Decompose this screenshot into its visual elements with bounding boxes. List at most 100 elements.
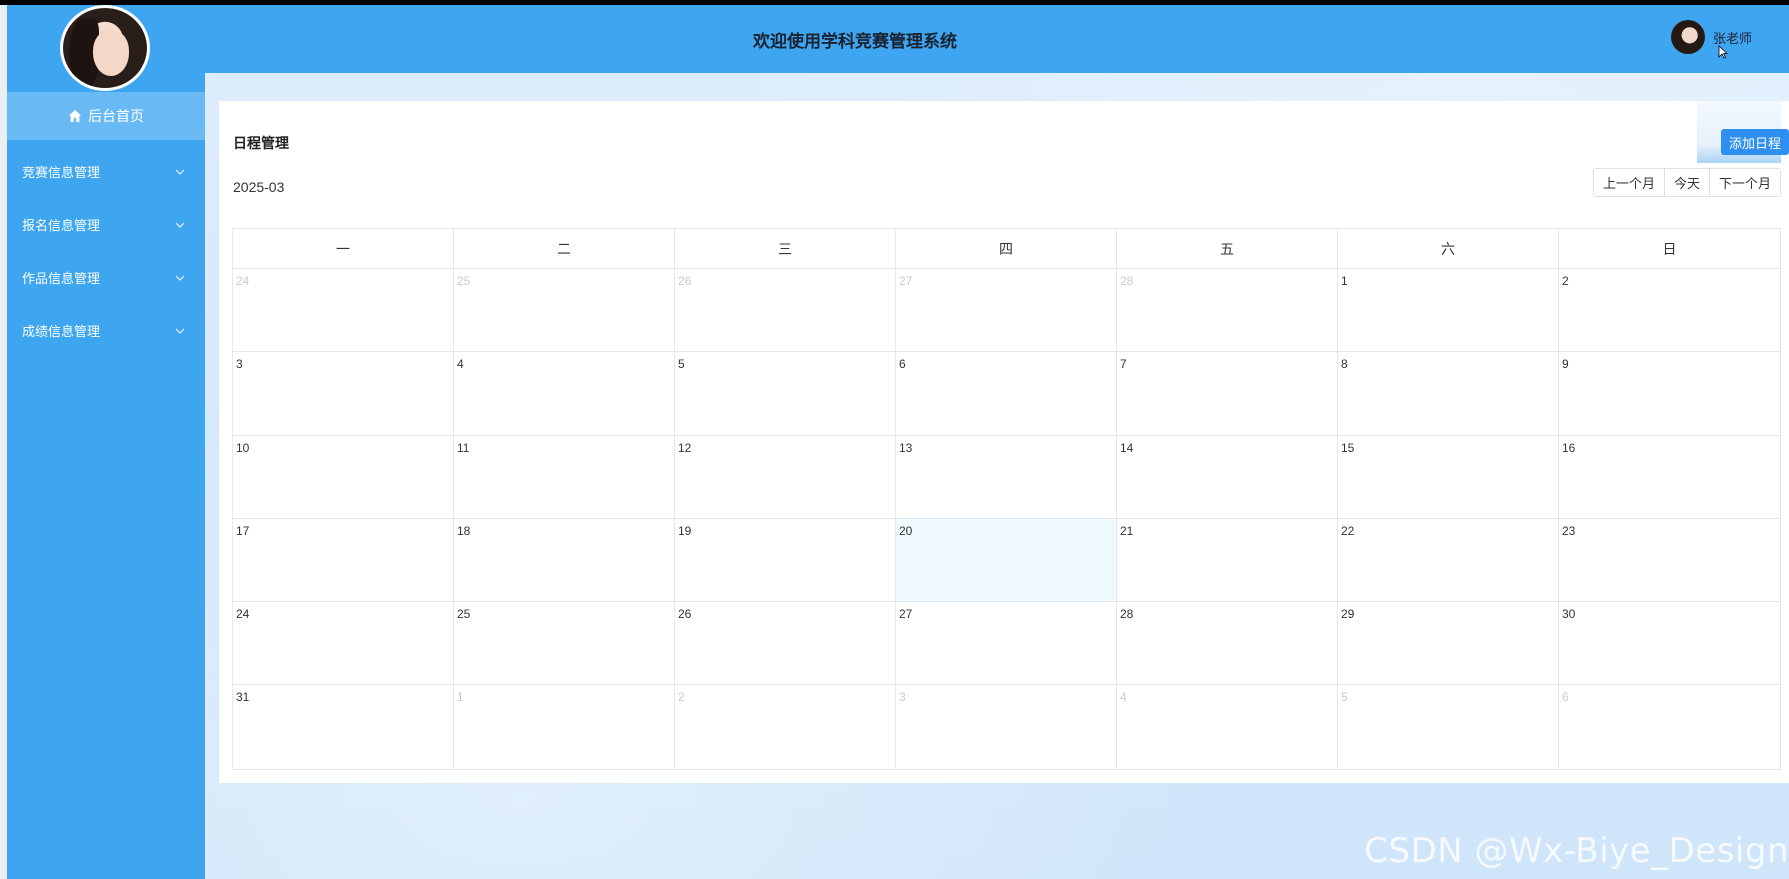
calendar-day[interactable]: 2 xyxy=(1559,269,1780,353)
calendar-day[interactable]: 13 xyxy=(896,435,1117,519)
calendar-day[interactable]: 19 xyxy=(675,518,896,603)
calendar-day[interactable]: 4 xyxy=(1117,685,1338,769)
day-number: 11 xyxy=(457,440,470,455)
top-header: 欢迎使用学科竞赛管理系统 张老师 xyxy=(205,5,1789,73)
calendar-day[interactable]: 6 xyxy=(1559,685,1780,768)
calendar-day[interactable]: 5 xyxy=(1338,685,1559,769)
chevron-down-icon xyxy=(175,222,185,228)
calendar-day[interactable]: 2 xyxy=(675,685,896,769)
today-button[interactable]: 今天 xyxy=(1664,169,1710,196)
day-number: 26 xyxy=(678,274,692,288)
day-number: 27 xyxy=(899,607,913,622)
calendar-day[interactable]: 28 xyxy=(1117,602,1338,686)
day-number: 27 xyxy=(899,274,913,288)
day-number: 16 xyxy=(1562,440,1576,455)
calendar-day[interactable]: 29 xyxy=(1338,602,1559,686)
sidebar-item-label: 成绩信息管理 xyxy=(22,324,101,339)
weekday-header-cell: 四 xyxy=(896,229,1117,268)
day-number: 6 xyxy=(1562,690,1569,705)
calendar-day[interactable]: 4 xyxy=(454,352,675,436)
calendar-day[interactable]: 17 xyxy=(233,518,454,603)
calendar-day[interactable]: 9 xyxy=(1559,352,1780,436)
user-menu[interactable]: 张老师 xyxy=(1670,19,1752,55)
sidebar-item-home[interactable]: 后台首页 xyxy=(7,92,205,140)
calendar-day-today[interactable]: 20 xyxy=(896,518,1117,603)
calendar-day[interactable]: 3 xyxy=(233,352,454,436)
calendar-day[interactable]: 5 xyxy=(675,352,896,436)
calendar-day[interactable]: 15 xyxy=(1338,435,1559,519)
calendar-day[interactable]: 14 xyxy=(1117,435,1338,519)
home-icon xyxy=(68,109,82,123)
calendar-day[interactable]: 12 xyxy=(675,435,896,519)
user-name[interactable]: 张老师 xyxy=(1713,28,1752,47)
calendar-day[interactable]: 16 xyxy=(1559,436,1780,519)
calendar-day[interactable]: 8 xyxy=(1338,352,1559,436)
day-number: 25 xyxy=(457,607,471,622)
sidebar-item-label: 作品信息管理 xyxy=(22,271,101,286)
calendar-day[interactable]: 24 xyxy=(233,269,454,353)
calendar-day[interactable]: 26 xyxy=(675,602,896,686)
avatar[interactable] xyxy=(1670,20,1705,54)
day-number: 2 xyxy=(1562,274,1569,288)
calendar-day[interactable]: 24 xyxy=(233,602,454,686)
calendar-day[interactable]: 22 xyxy=(1338,518,1559,603)
day-number: 30 xyxy=(1562,607,1576,622)
day-number: 7 xyxy=(1120,357,1127,372)
sidebar-item-scores[interactable]: 成绩信息管理 xyxy=(7,304,205,357)
calendar-day[interactable]: 11 xyxy=(454,435,675,519)
add-schedule-button[interactable]: 添加日程 xyxy=(1721,129,1789,155)
calendar-day[interactable]: 25 xyxy=(454,602,675,686)
calendar-day[interactable]: 30 xyxy=(1559,602,1780,686)
calendar-day[interactable]: 18 xyxy=(454,518,675,603)
sidebar-item-works[interactable]: 作品信息管理 xyxy=(7,251,205,304)
day-number: 2 xyxy=(678,690,685,705)
day-number: 10 xyxy=(236,440,250,455)
calendar-day[interactable]: 6 xyxy=(896,352,1117,436)
watermark: CSDN @Wx-Biye_Design xyxy=(1364,831,1789,871)
calendar-grid: 24 25 26 27 28 1 2 3 4 5 6 7 8 9 10 11 12 13 14 15 16 17 18 19 2… xyxy=(233,269,1780,769)
day-number: 4 xyxy=(1120,690,1127,705)
calendar-day[interactable]: 1 xyxy=(1338,269,1559,353)
day-number: 5 xyxy=(678,357,685,372)
calendar: 一二三四五六日 24 25 26 27 28 1 2 3 4 5 6 7 8 9 10 11 12 13 14 15 1… xyxy=(232,228,1781,770)
sidebar: 后台首页 竞赛信息管理 报名信息管理 作品信息管理 成绩信息管理 xyxy=(7,5,205,879)
calendar-day[interactable]: 1 xyxy=(454,685,675,769)
chevron-down-icon xyxy=(175,275,185,281)
calendar-day[interactable]: 3 xyxy=(896,685,1117,769)
calendar-day[interactable]: 21 xyxy=(1117,518,1338,603)
page-title: 欢迎使用学科竞赛管理系统 xyxy=(753,31,957,51)
calendar-day[interactable]: 10 xyxy=(233,435,454,519)
prev-month-button[interactable]: 上一个月 xyxy=(1593,169,1665,196)
day-number: 24 xyxy=(236,274,250,288)
day-number: 19 xyxy=(678,523,692,538)
day-number: 5 xyxy=(1341,690,1348,705)
window-edge xyxy=(0,5,7,879)
calendar-day[interactable]: 7 xyxy=(1117,352,1338,436)
sidebar-item-label: 报名信息管理 xyxy=(22,218,101,233)
weekday-header-cell: 五 xyxy=(1117,229,1338,268)
day-number: 31 xyxy=(236,690,250,705)
calendar-day[interactable]: 26 xyxy=(675,269,896,353)
calendar-day[interactable]: 23 xyxy=(1559,519,1780,603)
day-number: 4 xyxy=(457,357,464,372)
day-number: 21 xyxy=(1120,523,1134,538)
weekday-header-cell: 三 xyxy=(675,229,896,268)
profile-avatar[interactable] xyxy=(60,5,150,91)
day-number: 17 xyxy=(236,523,250,538)
calendar-day[interactable]: 31 xyxy=(233,685,454,769)
app-window: 后台首页 竞赛信息管理 报名信息管理 作品信息管理 成绩信息管理 欢迎使用学科竞… xyxy=(0,5,1789,879)
day-number: 22 xyxy=(1341,523,1355,538)
current-month: 2025-03 xyxy=(233,179,285,195)
day-number: 12 xyxy=(678,440,692,455)
chevron-down-icon xyxy=(175,328,185,334)
sidebar-item-competition[interactable]: 竞赛信息管理 xyxy=(7,145,205,198)
chevron-down-icon xyxy=(175,169,185,175)
schedule-card: 日程管理 添加日程 2025-03 上一个月 今天 下一个月 一二三四五六 日 2… xyxy=(219,101,1789,783)
calendar-day[interactable]: 25 xyxy=(454,269,675,353)
sidebar-item-registration[interactable]: 报名信息管理 xyxy=(7,198,205,251)
calendar-day[interactable]: 27 xyxy=(896,602,1117,686)
next-month-button[interactable]: 下一个月 xyxy=(1709,169,1780,196)
day-number: 18 xyxy=(457,523,471,538)
calendar-day[interactable]: 27 xyxy=(896,269,1117,353)
calendar-day[interactable]: 28 xyxy=(1117,269,1338,353)
